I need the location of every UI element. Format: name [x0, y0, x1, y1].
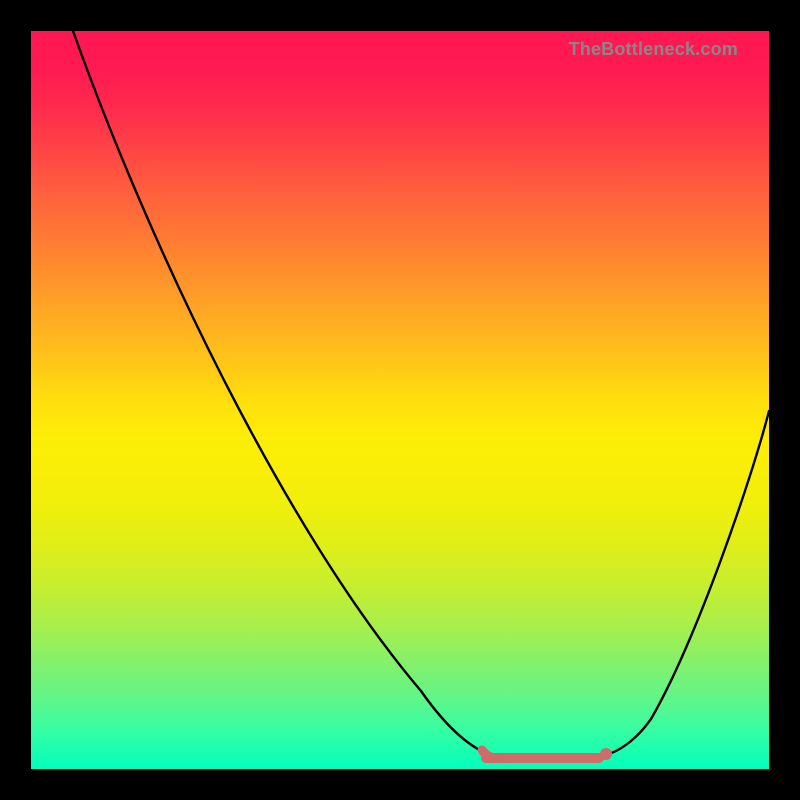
curve-left: [73, 31, 769, 758]
bottleneck-curve: [31, 31, 769, 769]
plot-area: TheBottleneck.com: [31, 31, 769, 769]
chart-frame: TheBottleneck.com: [0, 0, 800, 800]
trough-dip: [482, 750, 501, 758]
ideal-point-marker: [600, 748, 612, 760]
